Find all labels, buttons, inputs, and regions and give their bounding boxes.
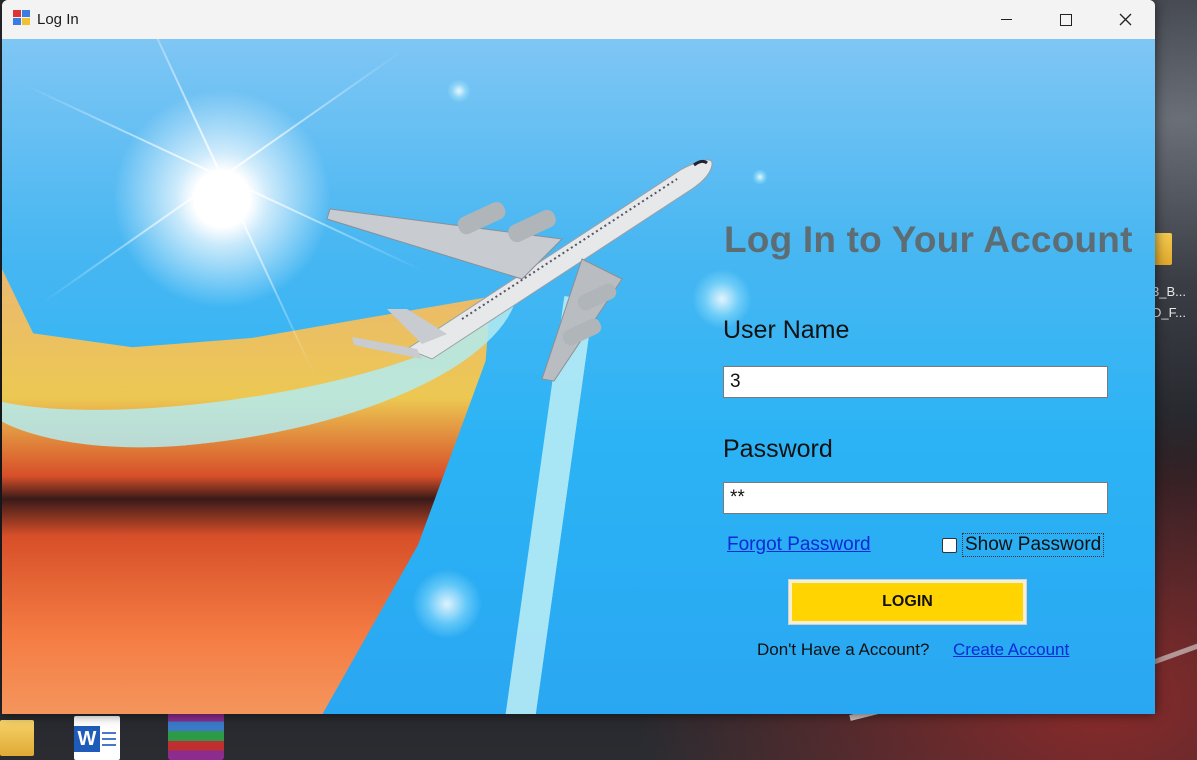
forgot-password-link[interactable]: Forgot Password bbox=[727, 534, 871, 556]
bubble-decoration bbox=[447, 79, 471, 103]
password-input[interactable] bbox=[723, 482, 1108, 514]
minimize-icon bbox=[1000, 19, 1012, 20]
username-input[interactable] bbox=[723, 366, 1108, 398]
page-title: Log In to Your Account bbox=[724, 219, 1133, 260]
show-password-toggle[interactable]: Show Password bbox=[942, 533, 1105, 557]
close-button[interactable] bbox=[1096, 0, 1154, 39]
window-title: Log In bbox=[37, 11, 79, 28]
create-account-link[interactable]: Create Account bbox=[953, 640, 1069, 660]
title-bar[interactable]: Log In bbox=[2, 0, 1155, 39]
login-form-area: Log In to Your Account User Name Passwor… bbox=[2, 39, 1155, 714]
bubble-decoration bbox=[752, 169, 768, 185]
no-account-text: Don't Have a Account? bbox=[757, 640, 930, 659]
username-label: User Name bbox=[723, 316, 850, 344]
desktop-folder-icon[interactable] bbox=[0, 720, 34, 756]
desktop-item-label: D_F... bbox=[1152, 305, 1186, 320]
app-icon bbox=[13, 10, 31, 26]
show-password-checkbox[interactable] bbox=[942, 537, 957, 553]
login-window: Log In Log In to Your Account User Name … bbox=[2, 0, 1155, 714]
close-icon bbox=[1119, 13, 1131, 26]
word-document-icon[interactable]: W bbox=[74, 716, 120, 760]
desktop-item-label: 3_B... bbox=[1152, 284, 1186, 299]
show-password-label[interactable]: Show Password bbox=[962, 533, 1105, 557]
login-button[interactable]: LOGIN bbox=[788, 579, 1027, 625]
password-label: Password bbox=[723, 435, 833, 463]
maximize-button[interactable] bbox=[1037, 0, 1095, 39]
winrar-archive-icon[interactable] bbox=[168, 712, 224, 760]
road-line-decoration bbox=[1150, 639, 1197, 666]
airplane-image bbox=[326, 159, 713, 382]
minimize-button[interactable] bbox=[977, 0, 1035, 39]
maximize-icon bbox=[1060, 13, 1072, 26]
bubble-decoration bbox=[412, 569, 482, 639]
